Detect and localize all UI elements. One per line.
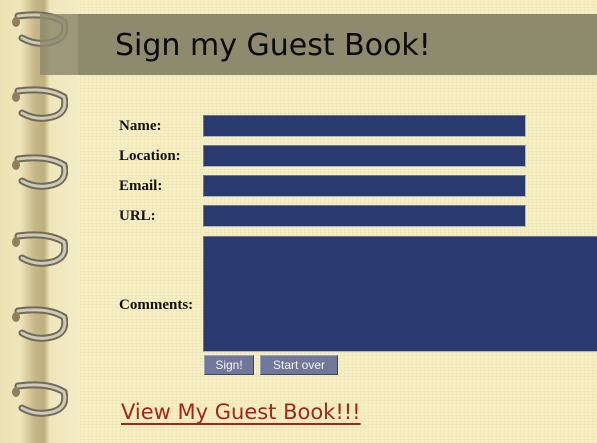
spiral-ring-icon <box>12 86 68 122</box>
spiral-ring-icon <box>12 154 68 190</box>
spiral-ring-icon <box>12 306 68 342</box>
email-label: Email: <box>119 178 163 194</box>
title-band-edge <box>40 14 78 75</box>
url-label: URL: <box>119 208 156 224</box>
location-label: Location: <box>119 148 181 164</box>
location-field[interactable] <box>203 145 526 167</box>
sign-button[interactable]: Sign! <box>204 355 254 375</box>
spiral-ring-icon <box>12 231 68 267</box>
view-guestbook-link[interactable]: View My Guest Book!!! <box>121 397 361 427</box>
page-title: Sign my Guest Book! <box>115 28 431 63</box>
start-over-button[interactable]: Start over <box>260 355 338 375</box>
name-label: Name: <box>119 118 162 134</box>
comments-label: Comments: <box>119 297 194 313</box>
comments-field[interactable] <box>203 236 597 352</box>
name-field[interactable] <box>203 115 526 137</box>
email-field[interactable] <box>203 175 526 197</box>
spiral-ring-icon <box>12 381 68 417</box>
url-field[interactable] <box>203 205 526 227</box>
